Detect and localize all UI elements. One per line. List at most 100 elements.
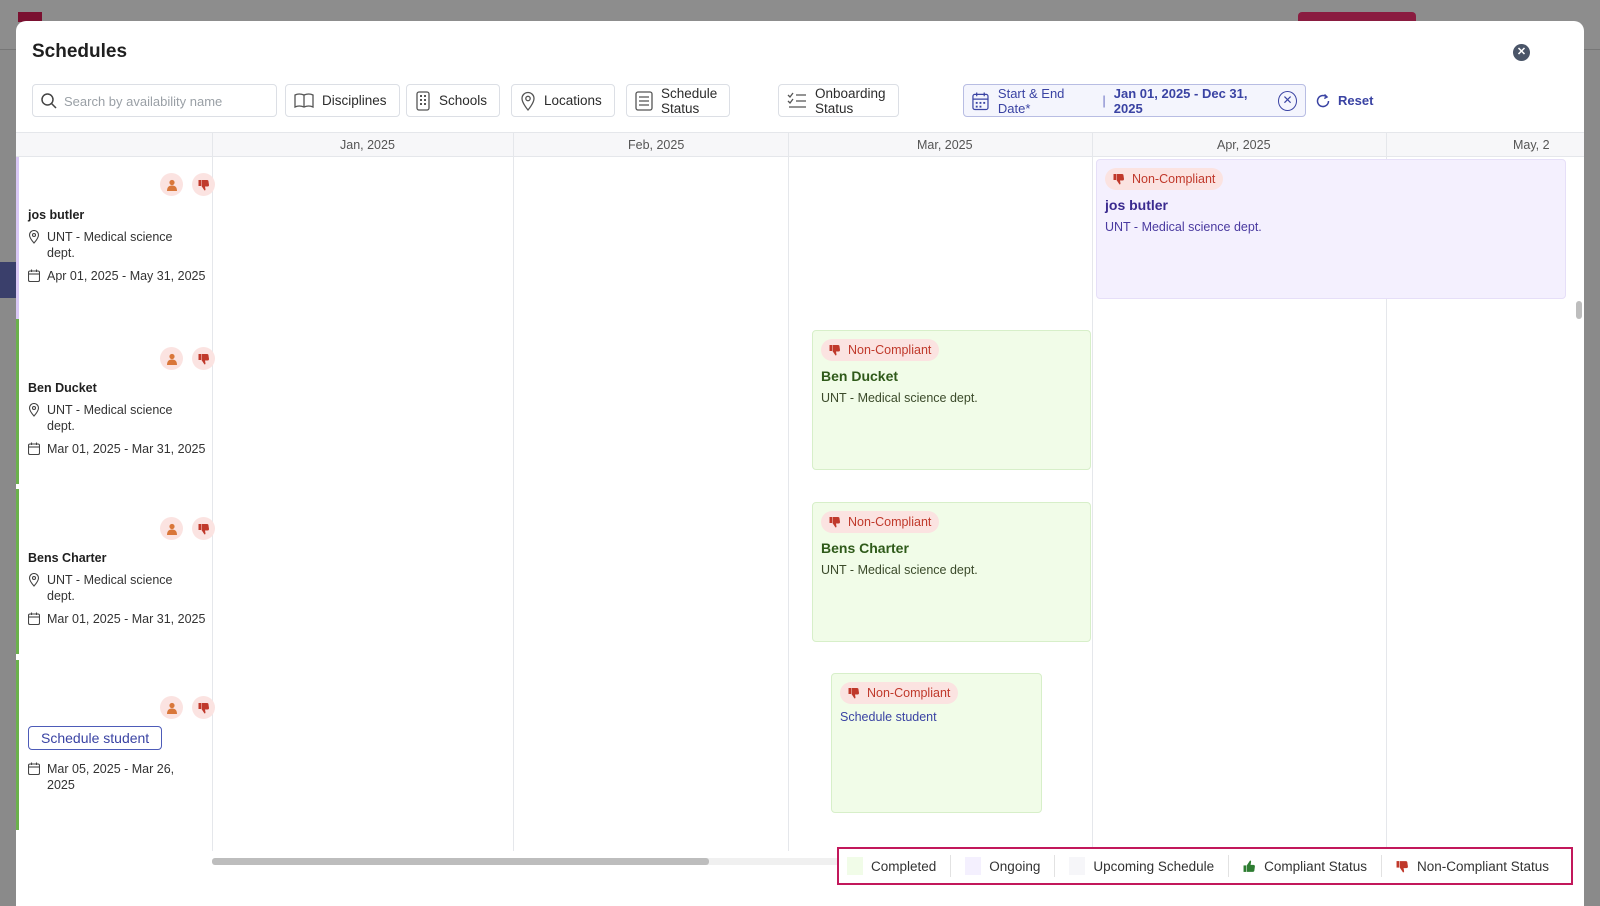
legend-label: Ongoing xyxy=(989,858,1041,874)
refresh-icon xyxy=(1316,93,1330,107)
month-divider xyxy=(513,133,514,851)
row-location-text: UNT - Medical science dept. xyxy=(47,403,173,433)
schedule-event-card[interactable]: Non-Compliant Schedule student xyxy=(831,673,1042,813)
row-dates-text: Mar 01, 2025 - Mar 31, 2025 xyxy=(47,442,206,456)
ongoing-swatch xyxy=(965,857,982,875)
legend-ongoing: Ongoing xyxy=(965,855,1056,877)
row-dates: Mar 01, 2025 - Mar 31, 2025 xyxy=(28,441,205,457)
non-compliant-badge: Non-Compliant xyxy=(821,339,940,361)
clear-date-icon[interactable]: ✕ xyxy=(1278,90,1297,111)
thumbs-down-icon xyxy=(1113,174,1124,185)
row-status-bar xyxy=(16,157,19,319)
person-icon xyxy=(160,517,183,540)
thumbs-down-icon xyxy=(192,173,215,196)
disciplines-filter-button[interactable]: Disciplines xyxy=(285,84,400,117)
map-pin-icon xyxy=(28,573,40,587)
calendar-icon xyxy=(972,92,989,110)
schedule-row: jos butler UNT - Medical science dept. A… xyxy=(16,157,215,319)
row-dates-text: Apr 01, 2025 - May 31, 2025 xyxy=(47,269,206,283)
schools-label: Schools xyxy=(439,93,488,108)
horizontal-scrollbar-thumb[interactable] xyxy=(212,858,709,865)
event-title: Bens Charter xyxy=(821,540,909,556)
non-compliant-badge: Non-Compliant xyxy=(840,682,959,704)
schools-filter-button[interactable]: Schools xyxy=(406,84,501,117)
month-divider xyxy=(1092,133,1093,851)
badge-label: Non-Compliant xyxy=(1132,172,1216,186)
thumbs-up-icon xyxy=(1243,860,1256,872)
badge-label: Non-Compliant xyxy=(867,686,951,700)
row-dates: Mar 01, 2025 - Mar 31, 2025 xyxy=(28,611,205,627)
event-subtitle: Schedule student xyxy=(840,710,937,724)
schedule-event-card[interactable]: Non-Compliant jos butler UNT - Medical s… xyxy=(1096,159,1566,299)
locations-filter-button[interactable]: Locations xyxy=(511,84,615,117)
schedule-row: Bens Charter UNT - Medical science dept.… xyxy=(16,489,215,654)
row-location: UNT - Medical science dept. xyxy=(28,572,187,604)
search-icon xyxy=(41,93,57,109)
date-range-filter[interactable]: Start & End Date* | Jan 01, 2025 - Dec 3… xyxy=(963,84,1306,117)
completed-swatch xyxy=(847,857,863,875)
row-dates: Apr 01, 2025 - May 31, 2025 xyxy=(28,268,205,284)
modal-title: Schedules xyxy=(32,41,128,62)
reset-label: Reset xyxy=(1338,93,1374,108)
row-status-icons xyxy=(151,517,215,540)
map-pin-icon xyxy=(521,91,535,111)
calendar-icon xyxy=(28,269,40,282)
thumbs-down-icon xyxy=(829,517,840,528)
calendar-icon xyxy=(28,762,40,775)
schedule-event-card[interactable]: Non-Compliant Ben Ducket UNT - Medical s… xyxy=(812,330,1091,470)
schedule-timeline: Jan, 2025 Feb, 2025 Mar, 2025 Apr, 2025 … xyxy=(16,132,1584,872)
event-subtitle: UNT - Medical science dept. xyxy=(1105,220,1262,234)
schedule-row: Ben Ducket UNT - Medical science dept. M… xyxy=(16,319,215,484)
badge-label: Non-Compliant xyxy=(848,343,932,357)
search-input[interactable] xyxy=(64,91,269,111)
vertical-scrollbar-thumb[interactable] xyxy=(1576,301,1582,319)
person-icon xyxy=(160,173,183,196)
legend-upcoming: Upcoming Schedule xyxy=(1069,855,1230,877)
row-status-icons xyxy=(151,173,215,196)
person-icon xyxy=(160,696,183,719)
badge-label: Non-Compliant xyxy=(848,515,932,529)
onboarding-status-filter-button[interactable]: Onboarding Status xyxy=(778,84,899,117)
calendar-icon xyxy=(28,442,40,455)
schedule-status-label: Schedule Status xyxy=(661,85,718,116)
legend-compliant: Compliant Status xyxy=(1243,855,1382,877)
month-label: Feb, 2025 xyxy=(628,138,685,152)
legend-label: Non-Compliant Status xyxy=(1416,858,1550,874)
row-dates: Mar 05, 2025 - Mar 26, 2025 xyxy=(28,761,187,793)
date-range-separator: | xyxy=(1102,93,1106,108)
event-subtitle: UNT - Medical science dept. xyxy=(821,391,978,405)
thumbs-down-icon xyxy=(848,688,859,699)
status-legend: Completed Ongoing Upcoming Schedule Comp… xyxy=(837,847,1573,885)
map-pin-icon xyxy=(28,230,40,244)
row-location-text: UNT - Medical science dept. xyxy=(47,573,173,603)
person-icon xyxy=(160,347,183,370)
row-name: jos butler xyxy=(28,208,85,222)
disciplines-label: Disciplines xyxy=(322,93,387,108)
event-subtitle: UNT - Medical science dept. xyxy=(821,563,978,577)
row-location: UNT - Medical science dept. xyxy=(28,402,187,434)
close-button[interactable]: ✕ xyxy=(1513,44,1530,61)
schedules-modal: Schedules ✕ Disciplines Schools Location… xyxy=(16,21,1584,906)
month-divider xyxy=(788,133,789,851)
row-status-bar xyxy=(16,319,19,484)
row-dates-text: Mar 05, 2025 - Mar 26, 2025 xyxy=(47,762,175,792)
month-header: Jan, 2025 Feb, 2025 Mar, 2025 Apr, 2025 … xyxy=(16,133,1584,157)
building-icon xyxy=(416,90,430,111)
schedule-status-filter-button[interactable]: Schedule Status xyxy=(626,84,731,117)
map-pin-icon xyxy=(28,403,40,417)
reset-button[interactable]: Reset xyxy=(1315,84,1373,117)
row-location: UNT - Medical science dept. xyxy=(28,229,187,261)
onboarding-status-label: Onboarding Status xyxy=(815,85,886,116)
thumbs-down-icon xyxy=(192,517,215,540)
schedule-event-card[interactable]: Non-Compliant Bens Charter UNT - Medical… xyxy=(812,502,1091,642)
row-name: Ben Ducket xyxy=(28,381,97,395)
thumbs-down-icon xyxy=(192,347,215,370)
upcoming-swatch xyxy=(1069,857,1086,875)
thumbs-down-icon xyxy=(829,345,840,356)
background-sidebar-item xyxy=(0,262,16,298)
schedule-student-chip[interactable]: Schedule student xyxy=(28,726,163,750)
legend-non-compliant: Non-Compliant Status xyxy=(1396,855,1563,877)
row-name: Bens Charter xyxy=(28,551,107,565)
column-divider xyxy=(212,133,213,851)
checklist-icon xyxy=(787,92,806,108)
